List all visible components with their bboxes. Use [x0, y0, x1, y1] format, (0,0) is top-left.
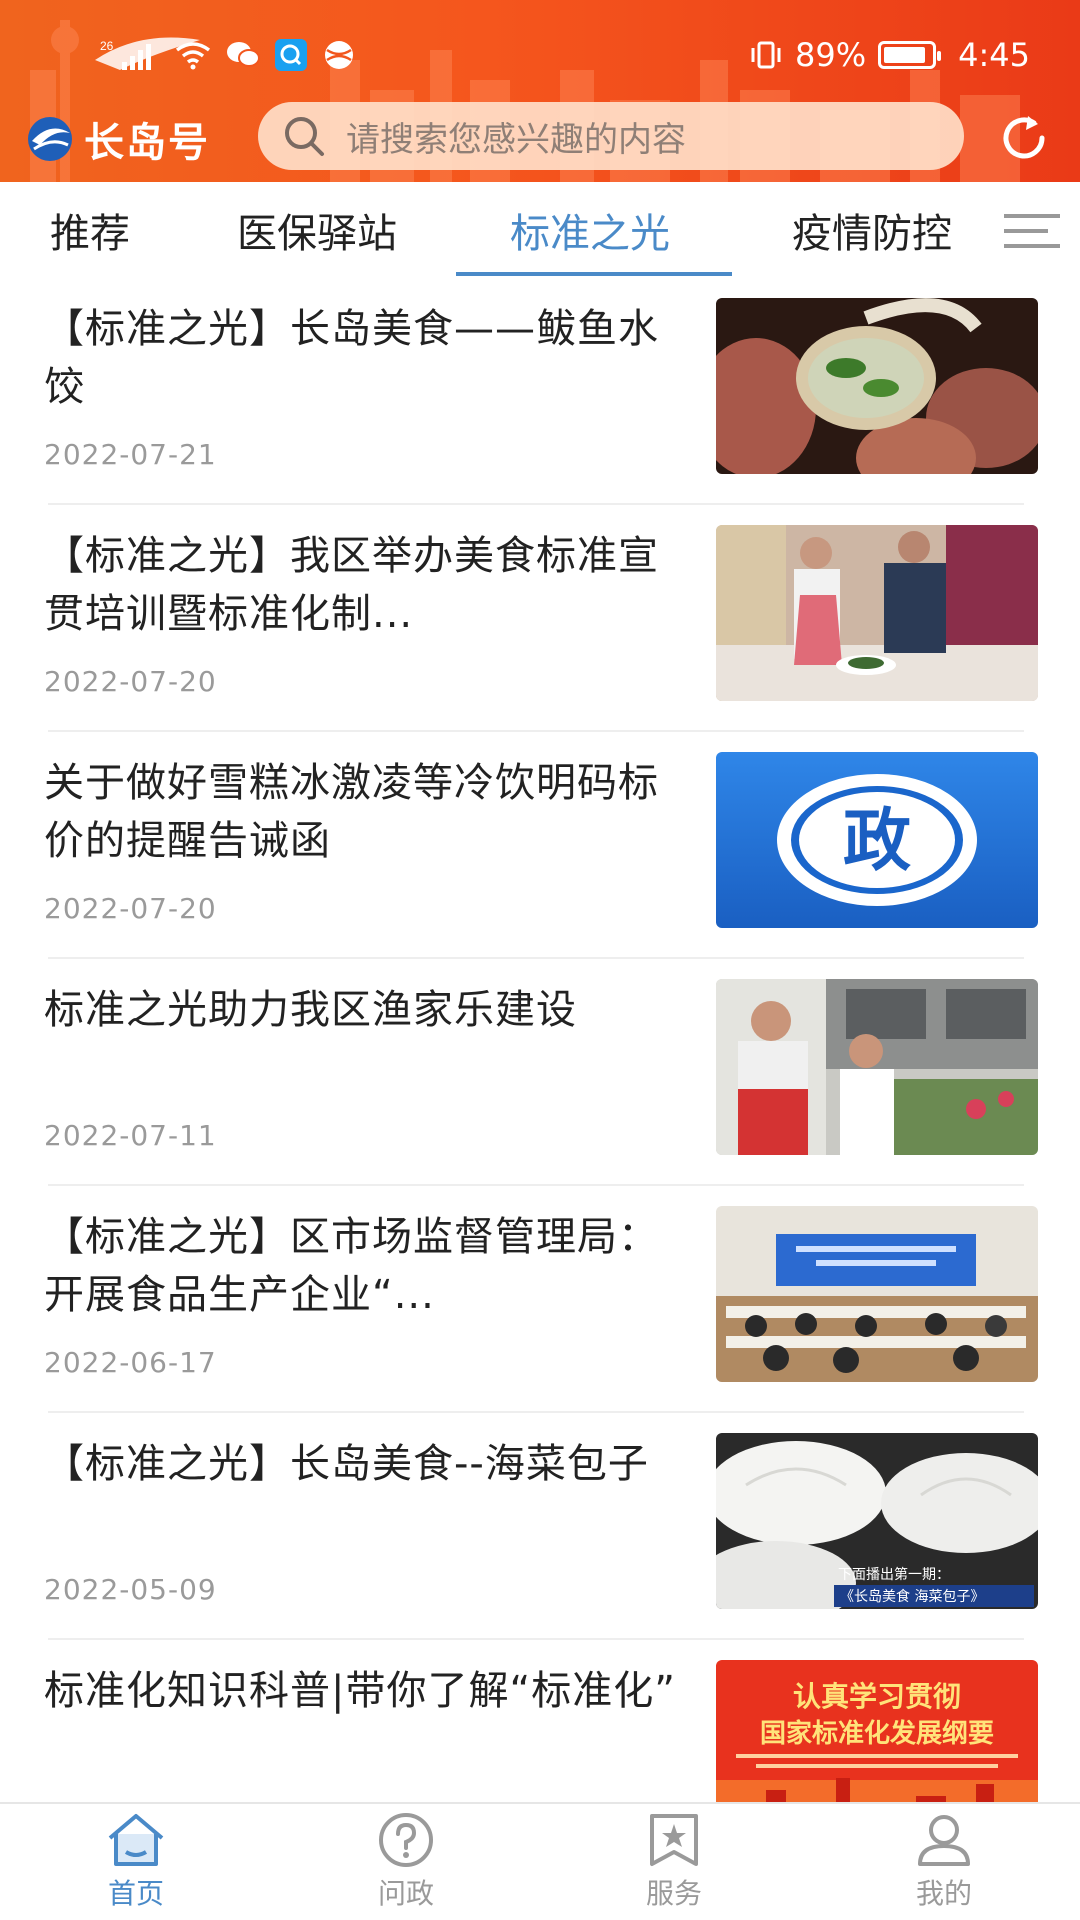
svg-text:国家标准化发展纲要: 国家标准化发展纲要 — [760, 1718, 994, 1749]
tab-medical-insurance[interactable]: 医保驿站 — [222, 182, 412, 278]
svg-text:政: 政 — [843, 802, 911, 881]
app-logo[interactable]: 长岛号 — [26, 110, 210, 168]
news-thumbnail-dumpling — [716, 298, 1038, 474]
signal-icon: 26 — [100, 38, 160, 72]
news-date: 2022-07-20 — [44, 665, 217, 698]
tab-epidemic-prevention[interactable]: 疫情防控 — [772, 182, 972, 278]
star-bookmark-icon — [650, 1814, 698, 1866]
nav-profile-label: 我的 — [915, 1877, 972, 1910]
wifi-icon — [174, 40, 212, 70]
nav-inquiry-label: 问政 — [377, 1877, 434, 1910]
news-date: 2022-07-11 — [44, 1119, 217, 1152]
nav-inquiry[interactable]: 问政 — [336, 1812, 476, 1920]
svg-text:认真学习贯彻: 认真学习贯彻 — [793, 1680, 961, 1713]
app-header: 26 89% 4:45 长岛号 请搜索您感兴趣的内容 — [0, 0, 1080, 182]
app-name: 长岛号 — [84, 120, 210, 166]
search-icon — [285, 117, 324, 156]
news-item[interactable]: 【标准之光】区市场监督管理局：开展食品生产企业“... 2022-06-17 — [0, 1186, 1080, 1413]
news-title: 【标准之光】长岛美食--海菜包子 — [44, 1441, 649, 1487]
status-icons-right: 89% 4:45 — [749, 30, 1030, 80]
news-date: 2022-07-21 — [44, 438, 217, 471]
wechat-icon — [226, 40, 260, 70]
news-thumbnail-meeting-room — [716, 1206, 1038, 1382]
bottom-navigation: 首页 问政 服务 我的 — [0, 1802, 1080, 1920]
news-thumbnail-interview — [716, 979, 1038, 1155]
tab-menu-icon[interactable] — [1002, 208, 1062, 254]
nav-home-label: 首页 — [107, 1877, 164, 1910]
news-date: 2022-07-20 — [44, 892, 217, 925]
news-item[interactable]: 标准之光助力我区渔家乐建设 2022-07-11 — [0, 959, 1080, 1186]
news-thumbnail-steamed-buns: 下面播出第一期： 《长岛美食 海菜包子》 — [716, 1433, 1038, 1609]
category-tabs: 推荐 医保驿站 标准之光 疫情防控 — [0, 182, 1080, 278]
nav-home[interactable]: 首页 — [66, 1812, 206, 1920]
active-tab-indicator — [456, 272, 732, 276]
news-title: 标准化知识科普|带你了解“标准化” — [44, 1668, 676, 1714]
home-icon — [108, 1814, 164, 1866]
battery-percent: 89% — [795, 36, 867, 74]
news-date: 2022-06-17 — [44, 1346, 217, 1379]
news-item[interactable]: 【标准之光】我区举办美食标准宣贯培训暨标准化制... 2022-07-20 — [0, 505, 1080, 732]
news-title: 【标准之光】我区举办美食标准宣贯培训暨标准化制... — [44, 533, 659, 637]
user-icon — [918, 1815, 970, 1866]
news-item[interactable]: 【标准之光】长岛美食——鲅鱼水饺 2022-07-21 — [0, 278, 1080, 505]
clock: 4:45 — [958, 36, 1030, 74]
svg-text:《长岛美食 海菜包子》: 《长岛美食 海菜包子》 — [840, 1588, 984, 1605]
browser-ball-icon — [322, 38, 356, 72]
news-title: 【标准之光】区市场监督管理局：开展食品生产企业“... — [44, 1214, 659, 1318]
tab-recommend[interactable]: 推荐 — [40, 182, 140, 278]
app-logo-icon — [28, 117, 72, 161]
battery-icon — [878, 41, 942, 69]
tab-standard-light[interactable]: 标准之光 — [490, 182, 690, 278]
qq-browser-icon — [274, 38, 308, 72]
question-icon — [379, 1813, 433, 1867]
search-placeholder: 请搜索您感兴趣的内容 — [346, 119, 686, 160]
news-item[interactable]: 关于做好雪糕冰激凌等冷饮明码标价的提醒告诫函 2022-07-20 政 — [0, 732, 1080, 959]
nav-profile[interactable]: 我的 — [874, 1812, 1014, 1920]
news-date: 2022-05-09 — [44, 1573, 217, 1606]
news-thumbnail-zheng-logo: 政 — [716, 752, 1038, 928]
refresh-icon[interactable] — [996, 110, 1052, 166]
status-bar: 26 89% 4:45 — [0, 0, 1080, 100]
app-bar: 长岛号 请搜索您感兴趣的内容 — [0, 100, 1080, 180]
search-input[interactable]: 请搜索您感兴趣的内容 — [258, 102, 964, 170]
news-title: 关于做好雪糕冰激凌等冷饮明码标价的提醒告诫函 — [44, 760, 659, 864]
svg-text:26: 26 — [100, 39, 114, 53]
svg-text:下面播出第一期：: 下面播出第一期： — [838, 1566, 950, 1583]
news-item[interactable]: 【标准之光】长岛美食--海菜包子 2022-05-09 下面播出第一期： 《长岛… — [0, 1413, 1080, 1640]
nav-services-label: 服务 — [645, 1877, 702, 1910]
news-thumbnail-cooking-training — [716, 525, 1038, 701]
nav-services[interactable]: 服务 — [604, 1812, 744, 1920]
news-list: 【标准之光】长岛美食——鲅鱼水饺 2022-07-21 【标准之光】我区举办美食… — [0, 278, 1080, 1867]
news-title: 【标准之光】长岛美食——鲅鱼水饺 — [44, 306, 659, 410]
vibrate-icon — [749, 40, 783, 70]
news-title: 标准之光助力我区渔家乐建设 — [44, 987, 577, 1033]
status-icons-left: 26 — [100, 30, 356, 80]
